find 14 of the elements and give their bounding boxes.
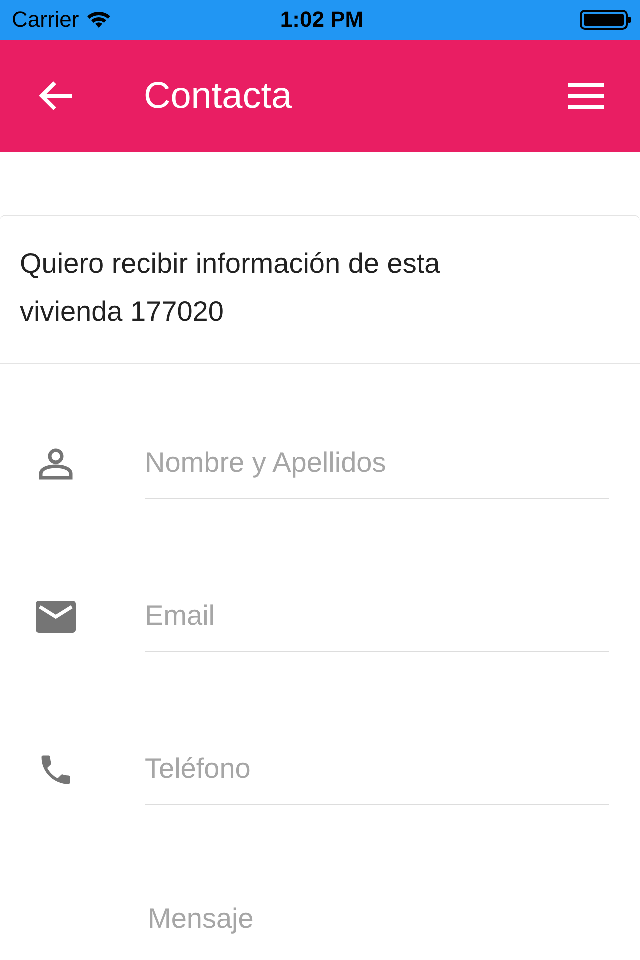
wifi-icon xyxy=(87,11,112,29)
message-text: Quiero recibir información de esta vivienda 177020 xyxy=(20,247,442,329)
input-field[interactable]: Teléfono xyxy=(145,734,609,805)
menu-icon[interactable] xyxy=(568,83,604,109)
battery-icon xyxy=(580,10,632,30)
carrier-name: Carrier xyxy=(12,7,80,33)
input-field[interactable]: Nombre y Apellidos xyxy=(145,428,609,499)
input-field[interactable]: Email xyxy=(145,581,609,652)
header-title: Contacta xyxy=(144,75,294,117)
message-field[interactable]: Mensaje xyxy=(145,897,609,957)
email-icon xyxy=(36,600,76,632)
back-arrow-icon[interactable] xyxy=(38,80,74,112)
status-time: 1:02 PM xyxy=(280,7,364,33)
person-icon xyxy=(39,448,73,480)
